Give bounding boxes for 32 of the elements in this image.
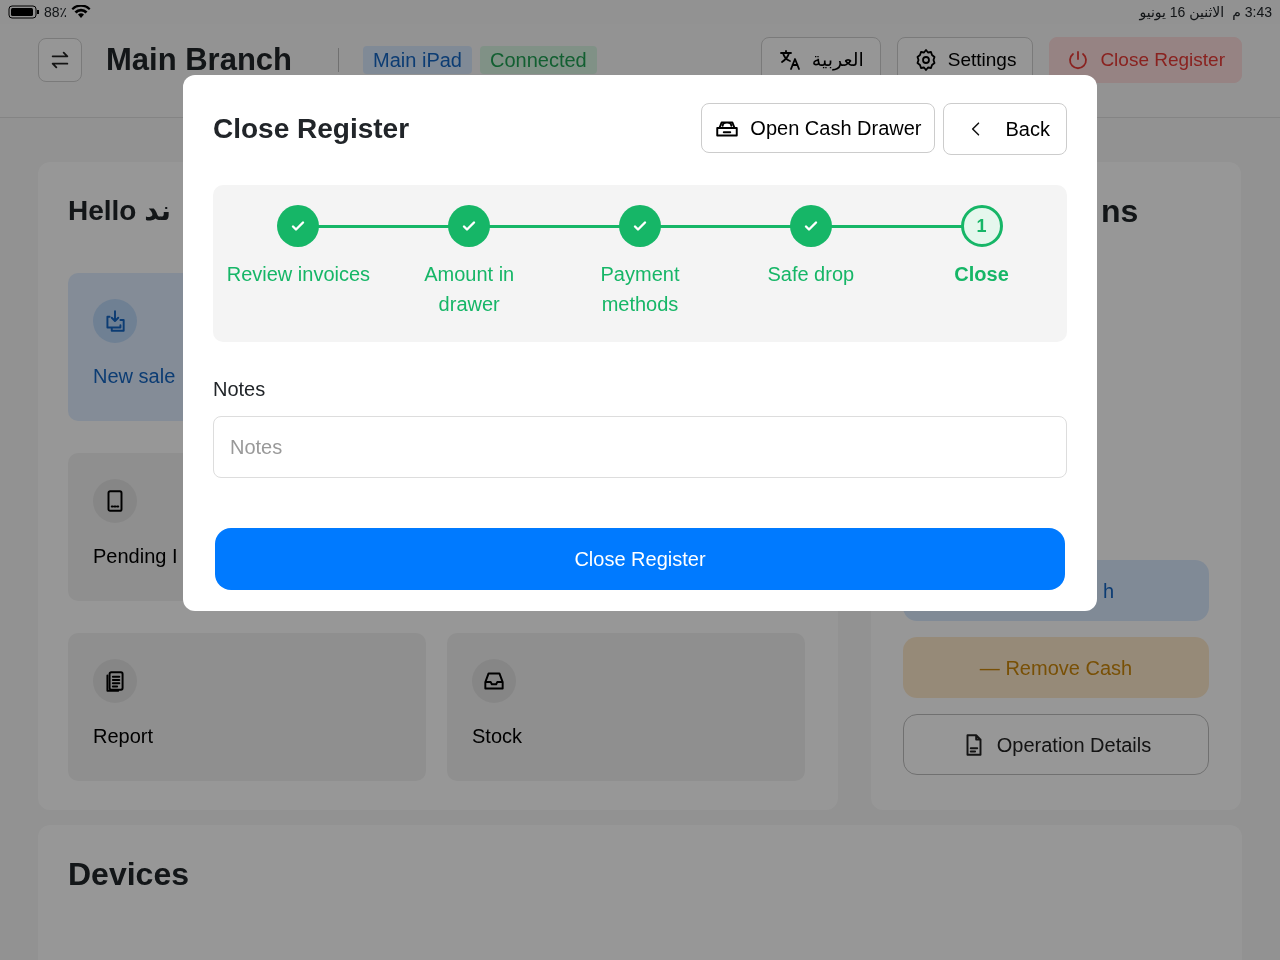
branch-title: Main Branch	[106, 44, 293, 75]
notes-label: Notes	[213, 377, 267, 402]
close-register-button[interactable]: Close Register	[215, 528, 1065, 590]
battery-icon	[8, 5, 40, 19]
translate-icon	[777, 47, 802, 72]
check-icon	[461, 218, 478, 234]
check-icon	[632, 218, 648, 234]
operation-details-button[interactable]: Operation Details	[903, 714, 1209, 775]
open-cash-drawer-button[interactable]: Open Cash Drawer	[701, 103, 935, 153]
greeting-heading: Hello ند	[68, 194, 171, 228]
switch-branch-button[interactable]	[38, 37, 82, 82]
step-label: Safe drop	[767, 262, 855, 287]
battery-level: 88٪	[44, 2, 68, 22]
wifi-icon	[71, 5, 92, 19]
step-label: Amount in drawer	[423, 262, 516, 317]
operations-heading: ns	[1101, 192, 1139, 230]
current-step-marker: 1	[960, 205, 1003, 247]
step-label: Close	[954, 262, 1009, 287]
clock-time: 3:43 م	[1232, 2, 1272, 22]
check-icon	[290, 218, 307, 234]
date-text: الاثنين 16 يونيو	[1139, 2, 1225, 23]
devices-heading: Devices	[68, 855, 190, 893]
back-button[interactable]: Back	[942, 103, 1067, 155]
step-label: Payment methods	[599, 262, 681, 317]
dialog-title: Close Register	[213, 112, 410, 146]
check-icon	[802, 218, 819, 234]
step-label: Review invoices	[226, 262, 371, 287]
status-badge: Connected	[479, 45, 597, 74]
device-badge: Main iPad	[363, 45, 472, 74]
notes-field[interactable]: Notes	[213, 416, 1067, 478]
dashboard-tile[interactable]: Report	[68, 633, 426, 781]
dashboard-tile[interactable]: Stock	[447, 633, 805, 781]
